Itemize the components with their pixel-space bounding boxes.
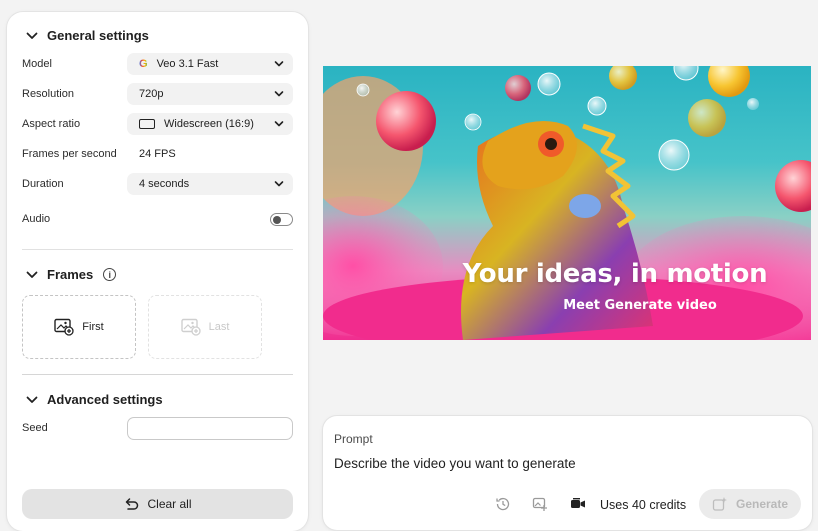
model-label: Model (22, 58, 52, 70)
aspect-ratio-label: Aspect ratio (22, 118, 81, 130)
prompt-input[interactable] (334, 456, 794, 471)
general-settings-title: General settings (47, 28, 149, 43)
seed-input[interactable] (127, 417, 293, 440)
fps-row: Frames per second 24 FPS (22, 143, 293, 165)
generate-button[interactable]: Generate (699, 489, 801, 519)
general-settings-header[interactable]: General settings (25, 28, 149, 43)
credits-icon (569, 495, 587, 513)
aspect-ratio-select[interactable]: Widescreen (16:9) (127, 113, 293, 135)
google-logo-icon: G (139, 58, 148, 70)
divider (22, 249, 293, 250)
frames-header[interactable]: Frames i (25, 267, 117, 282)
chevron-down-icon (25, 29, 39, 43)
credits-label: Uses 40 credits (600, 498, 687, 512)
generate-label: Generate (735, 497, 789, 511)
model-row: Model G Veo 3.1 Fast (22, 53, 293, 75)
hero-banner: Your ideas, in motion Meet Generate vide… (323, 66, 811, 340)
clear-all-label: Clear all (147, 497, 192, 511)
first-frame-upload[interactable]: First (22, 295, 136, 359)
resolution-label: Resolution (22, 88, 74, 100)
aspect-ratio-row: Aspect ratio Widescreen (16:9) (22, 113, 293, 135)
chevron-down-icon (274, 181, 284, 187)
chevron-down-icon (25, 268, 39, 282)
clear-all-button[interactable]: Clear all (22, 489, 293, 519)
hero-subtitle: Meet Generate video (563, 298, 717, 313)
settings-panel: General settings Model G Veo 3.1 Fast Re… (7, 12, 308, 531)
chevron-down-icon (274, 121, 284, 127)
prompt-box: Prompt Uses 40 credits Generate (323, 416, 812, 530)
model-value: Veo 3.1 Fast (156, 58, 219, 70)
chevron-down-icon (274, 61, 284, 67)
audio-label: Audio (22, 213, 51, 225)
image-reference-icon[interactable] (531, 495, 549, 513)
resolution-select[interactable]: 720p (127, 83, 293, 105)
fps-value: 24 FPS (139, 148, 176, 160)
duration-value: 4 seconds (139, 178, 190, 190)
audio-toggle[interactable] (270, 213, 293, 226)
model-select[interactable]: G Veo 3.1 Fast (127, 53, 293, 75)
resolution-value: 720p (139, 88, 164, 100)
history-icon[interactable] (494, 495, 512, 513)
last-frame-label: Last (208, 321, 230, 333)
chevron-down-icon (25, 393, 39, 407)
advanced-settings-title: Advanced settings (47, 392, 163, 407)
duration-select[interactable]: 4 seconds (127, 173, 293, 195)
aspect-ratio-value: Widescreen (16:9) (164, 118, 254, 130)
audio-row: Audio (22, 208, 293, 230)
last-frame-upload[interactable]: Last (148, 295, 262, 359)
advanced-settings-header[interactable]: Advanced settings (25, 392, 163, 407)
duration-label: Duration (22, 178, 64, 190)
seed-label: Seed (22, 422, 48, 434)
chevron-down-icon (274, 91, 284, 97)
prompt-label: Prompt (334, 432, 373, 446)
info-icon[interactable]: i (103, 268, 117, 281)
generate-sparkle-icon (712, 497, 727, 511)
hero-title: Your ideas, in motion (462, 259, 768, 289)
resolution-row: Resolution 720p (22, 83, 293, 105)
add-image-icon (180, 318, 201, 336)
fps-label: Frames per second (22, 148, 117, 160)
first-frame-label: First (82, 321, 104, 333)
divider (22, 374, 293, 375)
widescreen-icon (139, 119, 155, 129)
undo-icon (126, 498, 139, 510)
duration-row: Duration 4 seconds (22, 173, 293, 195)
frames-title: Frames (47, 267, 94, 282)
add-image-icon (54, 318, 74, 336)
